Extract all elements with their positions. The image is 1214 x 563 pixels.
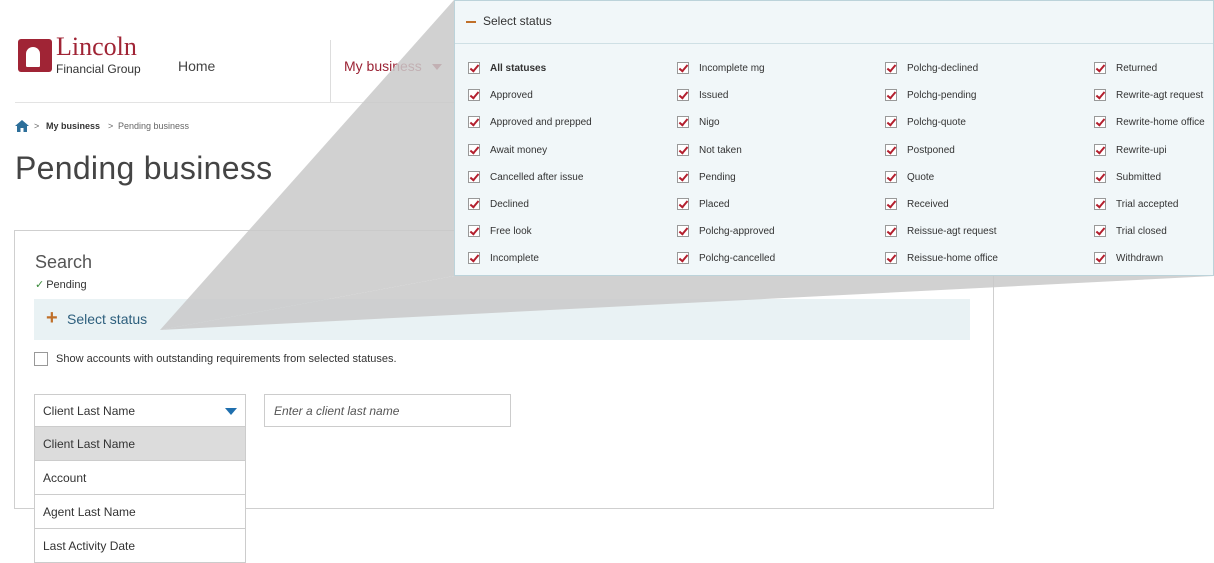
checkbox-checked-icon[interactable] [677, 252, 689, 265]
minus-icon [466, 21, 476, 23]
status-option-label: Approved and prepped [490, 117, 592, 129]
select-status-header[interactable]: Select status [455, 1, 1213, 44]
checkbox-checked-icon[interactable] [468, 252, 480, 265]
status-option-label: Rewrite-home office [1116, 117, 1205, 129]
status-option-label: Returned [1116, 63, 1158, 74]
checkbox-checked-icon[interactable] [468, 116, 480, 129]
status-option-label: Rewrite-agt request [1116, 90, 1204, 102]
status-option-label: Declined [490, 199, 529, 210]
status-option-label: Issued [699, 90, 729, 102]
status-option-label: Polchg-approved [699, 226, 775, 238]
status-option-label: Received [907, 199, 949, 210]
checkbox-checked-icon[interactable] [1094, 143, 1106, 156]
checkbox-checked-icon[interactable] [1094, 89, 1106, 102]
checkbox-checked-icon[interactable] [885, 170, 897, 183]
status-option-label: Quote [907, 171, 935, 183]
select-status-panel: Select status All statuses Approved Approv… [454, 0, 1214, 276]
checkbox-checked-icon[interactable] [468, 62, 480, 74]
checkbox-checked-icon[interactable] [885, 62, 897, 74]
status-option-label: Incomplete mg [699, 63, 765, 74]
checkbox-checked-icon[interactable] [1094, 252, 1106, 265]
checkbox-checked-icon[interactable] [468, 198, 480, 210]
status-option-label: Approved [490, 90, 533, 102]
status-option-label: Rewrite-upi [1116, 144, 1167, 156]
status-option-label: Polchg-declined [907, 63, 979, 74]
checkbox-checked-icon[interactable] [1094, 198, 1106, 210]
status-option-label: Incomplete [490, 253, 539, 265]
status-option-label: Submitted [1116, 171, 1162, 183]
checkbox-checked-icon[interactable] [885, 89, 897, 102]
checkbox-checked-icon[interactable] [677, 89, 689, 102]
status-option-label: Polchg-cancelled [699, 253, 776, 265]
checkbox-checked-icon[interactable] [677, 198, 689, 210]
status-option-label: Await money [490, 144, 548, 156]
status-option-label: All statuses [490, 63, 547, 74]
checkbox-checked-icon[interactable] [677, 116, 689, 129]
status-option-label: Free look [490, 226, 532, 238]
status-option-label: Not taken [699, 144, 742, 156]
select-status-title: Select status [483, 14, 552, 28]
checkbox-checked-icon[interactable] [468, 89, 480, 102]
status-option-label: Postponed [907, 144, 955, 156]
status-option-label: Pending [699, 171, 736, 183]
checkbox-checked-icon[interactable] [677, 225, 689, 238]
status-option-label: Polchg-pending [907, 90, 977, 102]
checkbox-checked-icon[interactable] [1094, 62, 1106, 74]
checkbox-checked-icon[interactable] [1094, 116, 1106, 129]
checkbox-checked-icon[interactable] [468, 143, 480, 156]
status-option-label: Trial accepted [1116, 199, 1179, 210]
checkbox-checked-icon[interactable] [885, 116, 897, 129]
checkbox-checked-icon[interactable] [885, 252, 897, 265]
status-option-label: Polchg-quote [907, 117, 966, 129]
checkbox-checked-icon[interactable] [468, 170, 480, 183]
checkbox-checked-icon[interactable] [677, 62, 689, 74]
checkbox-checked-icon[interactable] [885, 198, 897, 210]
checkbox-checked-icon[interactable] [468, 225, 480, 238]
checkbox-checked-icon[interactable] [1094, 170, 1106, 183]
status-option-label: Reissue-agt request [907, 226, 997, 238]
checkbox-checked-icon[interactable] [885, 143, 897, 156]
checkbox-checked-icon[interactable] [1094, 225, 1106, 238]
status-option-label: Withdrawn [1116, 253, 1164, 265]
status-option-label: Reissue-home office [907, 253, 998, 265]
checkbox-checked-icon[interactable] [677, 143, 689, 156]
status-option-label: Trial closed [1116, 226, 1167, 238]
status-option-label: Cancelled after issue [490, 171, 584, 183]
checkbox-checked-icon[interactable] [677, 170, 689, 183]
checkbox-checked-icon[interactable] [885, 225, 897, 238]
status-option-label: Nigo [699, 117, 720, 129]
status-option-label: Placed [699, 199, 730, 210]
